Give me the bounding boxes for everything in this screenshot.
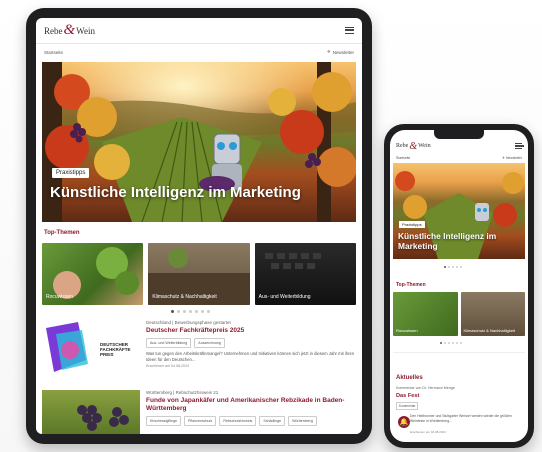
phone-hero-banner[interactable]: Praxistipps Künstliche Intelligenz im Ma… (393, 163, 525, 259)
brand-name-left: Rebe (44, 25, 63, 36)
article-teaser[interactable]: DEUTSCHER FACHKRÄFTE PREIS Deutschland |… (42, 320, 356, 380)
topic-card-label: Klimaschutz & Nachhaltigkeit (152, 294, 217, 300)
article-kicker: Deutschland | Bewerbungsphase gestartet (146, 320, 231, 325)
brand-ampersand: & (63, 22, 76, 38)
tag-chip[interactable]: Kommentar (396, 402, 419, 410)
hero-title[interactable]: Künstliche Intelligenz im Marketing (398, 231, 524, 251)
carousel-dot[interactable] (207, 310, 210, 313)
carousel-dot[interactable] (195, 310, 198, 313)
subbar: Startseite ✈ Newsletter (36, 45, 362, 59)
site-header: Rebe & Wein (36, 18, 362, 44)
carousel-dots (171, 310, 210, 313)
divider (393, 352, 525, 353)
brand-logo[interactable]: Rebe & Wein (396, 141, 431, 152)
phone-site-header: Rebe & Wein (390, 139, 528, 153)
thumb-caption: DEUTSCHER FACHKRÄFTE PREIS (100, 342, 131, 357)
topic-card[interactable]: Rocuwissen (393, 292, 458, 336)
article-title[interactable]: Das Fest (396, 393, 419, 399)
brand-name-right: Wein (76, 25, 95, 36)
topic-card[interactable]: Aus- und Weiterbildung (254, 243, 356, 305)
carousel-dot[interactable] (183, 310, 186, 313)
carousel-dot[interactable] (452, 342, 454, 344)
article-date: Erschienen am 04.08.2024 (410, 430, 446, 434)
topic-card[interactable]: Klimaschutz & Nachhaltigkeit (460, 292, 525, 336)
newsletter-link[interactable]: ✈ Newsletter (327, 49, 354, 55)
send-icon: ✈ (326, 49, 331, 54)
tag-chip[interactable]: Auszeichnung (194, 338, 225, 348)
topic-card-label: Rocuwissen (46, 294, 73, 300)
top-themen-heading: Top-Themen (396, 282, 426, 288)
carousel-dots (440, 342, 462, 344)
tag-chip[interactable]: Aus- und Weiterbildung (146, 338, 192, 348)
menu-icon[interactable] (515, 143, 524, 149)
tag-chip[interactable]: Rebschutzhinweis (219, 416, 257, 426)
topic-card[interactable]: Rocuwissen (42, 243, 144, 305)
carousel-dot[interactable] (456, 266, 458, 268)
carousel-dot[interactable] (460, 342, 462, 344)
phone-notch (434, 130, 484, 139)
top-themen-cards: Rocuwissen Klimaschutz & Nachhaltigkeit (42, 243, 356, 305)
topic-card-label: Rocuwissen (396, 328, 418, 333)
top-themen-cards: Rocuwissen Klimaschutz & Nachhaltigkeit (393, 292, 525, 336)
newsletter-link[interactable]: ✈ Newsletter (502, 156, 522, 160)
article-teaser[interactable]: Württemberg | Rebschutzhinweis 21 Funde … (42, 390, 356, 434)
carousel-dot[interactable] (444, 266, 446, 268)
phone-device: Rebe & Wein Startseite ✈ Newsletter Prax… (384, 124, 534, 448)
tag-chip[interactable]: Schädlinge (259, 416, 286, 426)
brand-name-right: Wein (418, 143, 431, 149)
article-thumbnail[interactable]: DEUTSCHER FACHKRÄFTE PREIS (42, 320, 140, 380)
article-body: Württemberg | Rebschutzhinweis 21 Funde … (146, 390, 356, 434)
tag-chip[interactable]: Pflanzenschutz (183, 416, 217, 426)
article-tags: Aus- und Weiterbildung Auszeichnung (146, 338, 356, 348)
carousel-dot[interactable] (444, 342, 446, 344)
tag-chip[interactable]: Württemberg (288, 416, 317, 426)
carousel-dot[interactable] (452, 266, 454, 268)
article-title[interactable]: Funde von Japankäfer und Amerikanischer … (146, 397, 356, 413)
article-excerpt: Was tun gegen den Arbeitskräftemangel? U… (146, 351, 355, 362)
article-excerpt: Den Heilbronner und Stuttgarter Weinorf … (410, 414, 512, 423)
topic-card-label: Klimaschutz & Nachhaltigkeit (463, 328, 516, 333)
grape-cluster-image (77, 405, 129, 431)
article-thumbnail[interactable] (42, 390, 140, 434)
tablet-device: Rebe & Wein Startseite ✈ Newsletter Prax… (26, 8, 372, 444)
breadcrumb-home[interactable]: Startseite (396, 156, 410, 160)
carousel-dot[interactable] (460, 266, 462, 268)
article-kicker: Württemberg | Rebschutzhinweis 21 (146, 390, 219, 395)
carousel-dot[interactable] (456, 342, 458, 344)
tablet-screen: Rebe & Wein Startseite ✈ Newsletter Prax… (36, 18, 362, 434)
topic-card-label: Aus- und Weiterbildung (258, 294, 311, 300)
carousel-dot[interactable] (201, 310, 204, 313)
top-themen-heading: Top-Themen (44, 230, 80, 236)
carousel-dot[interactable] (440, 342, 442, 344)
menu-icon[interactable] (345, 27, 354, 34)
article-tags: Kirschessigfliege Pflanzenschutz Rebschu… (146, 416, 356, 426)
notification-bell-icon[interactable]: 🔔 (398, 416, 410, 428)
carousel-dot[interactable] (171, 310, 174, 313)
hero-title[interactable]: Künstliche Intelligenz im Marketing (50, 184, 301, 201)
brand-ampersand: & (409, 140, 418, 152)
breadcrumb-home[interactable]: Startseite (44, 50, 63, 55)
article-date: Erschienen am 04.08.2024 (146, 364, 189, 368)
carousel-dots (444, 266, 462, 268)
phone-screen: Rebe & Wein Startseite ✈ Newsletter Prax… (390, 130, 528, 442)
carousel-dot[interactable] (448, 342, 450, 344)
aktuelles-heading: Aktuelles (396, 375, 423, 381)
hero-tag[interactable]: Praxistipps (399, 221, 425, 228)
hero-banner[interactable]: Praxistipps Künstliche Intelligenz im Ma… (42, 62, 356, 222)
newsletter-label: Newsletter (505, 156, 522, 160)
tag-chip[interactable]: Kirschessigfliege (146, 416, 181, 426)
article-body: Deutschland | Bewerbungsphase gestartet … (146, 320, 356, 380)
topic-card[interactable]: Klimaschutz & Nachhaltigkeit (148, 243, 250, 305)
carousel-dot[interactable] (177, 310, 180, 313)
brand-name-left: Rebe (396, 143, 409, 149)
article-kicker: Kommentar von Dr. Hermann Menge (396, 386, 455, 390)
newsletter-label: Newsletter (332, 49, 354, 55)
hero-tag[interactable]: Praxistipps (52, 168, 90, 178)
carousel-dot[interactable] (189, 310, 192, 313)
brand-logo[interactable]: Rebe & Wein (44, 22, 95, 39)
device-mockup-scene: Rebe & Wein Startseite ✈ Newsletter Prax… (0, 0, 542, 452)
article-title[interactable]: Deutscher Fachkräftepreis 2025 (146, 327, 356, 335)
phone-subbar: Startseite ✈ Newsletter (390, 154, 528, 162)
carousel-dot[interactable] (448, 266, 450, 268)
